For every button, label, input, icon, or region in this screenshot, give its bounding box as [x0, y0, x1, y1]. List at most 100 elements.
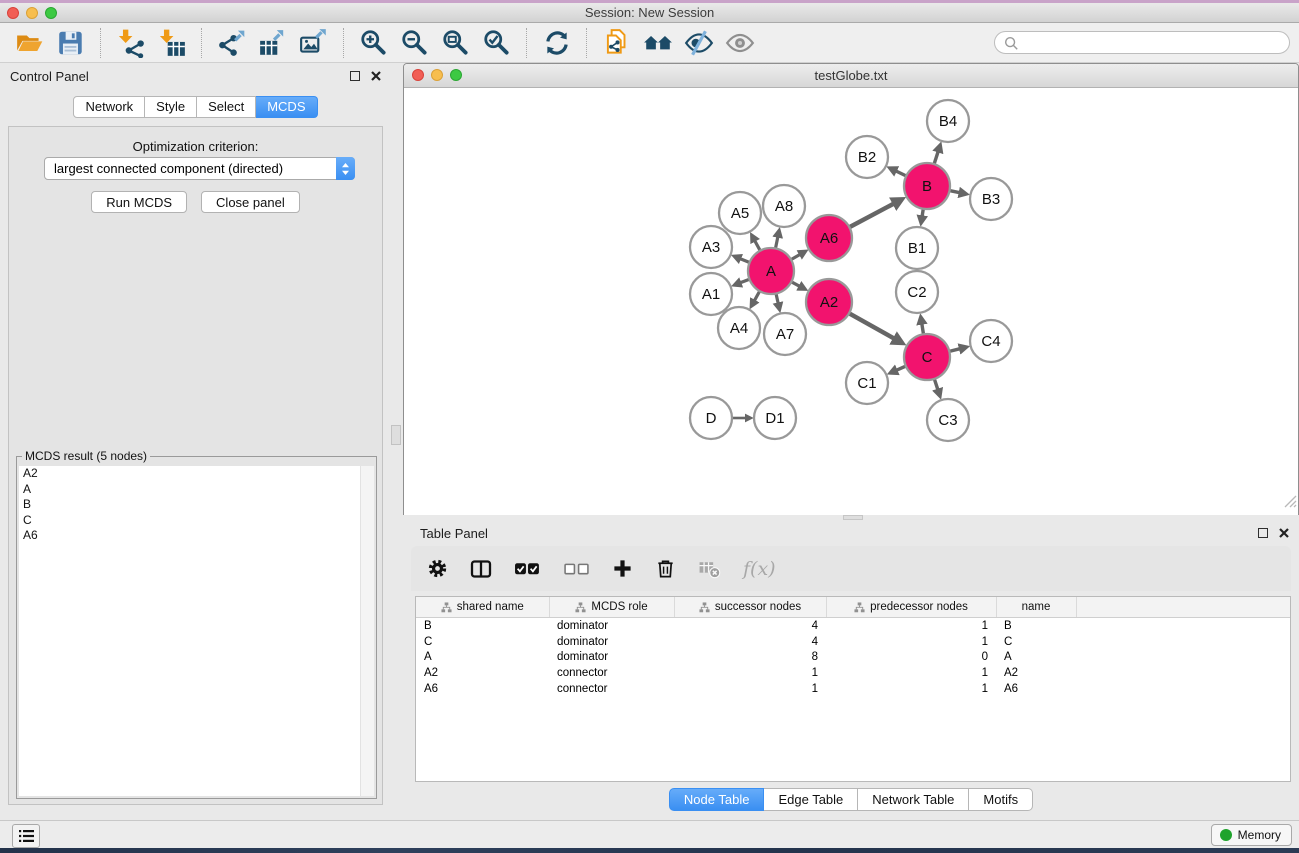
graph-node-A5[interactable]: A5	[719, 192, 761, 234]
column-header-name[interactable]: name	[996, 597, 1076, 618]
zoom-out-button[interactable]	[397, 26, 433, 60]
table-cell[interactable]: 1	[826, 634, 996, 650]
export-table-button[interactable]	[255, 26, 291, 60]
column-header-MCDS-role[interactable]: MCDS role	[549, 597, 674, 618]
graph-node-B4[interactable]: B4	[927, 100, 969, 142]
graph-node-A1[interactable]: A1	[690, 273, 732, 315]
graph-node-C4[interactable]: C4	[970, 320, 1012, 362]
table-cell[interactable]: 1	[674, 681, 826, 697]
table-cell[interactable]: 1	[826, 665, 996, 681]
zoom-fit-button[interactable]	[438, 26, 474, 60]
table-cell[interactable]: dominator	[549, 618, 674, 634]
table-cell[interactable]: A	[416, 650, 549, 666]
table-cell[interactable]: connector	[549, 665, 674, 681]
graph-edge-C-C3[interactable]	[934, 379, 938, 390]
table-cell[interactable]: 0	[826, 650, 996, 666]
table-cell[interactable]: A6	[996, 681, 1076, 697]
table-row[interactable]: Adominator80A	[416, 650, 1290, 666]
clone-network-button[interactable]	[599, 26, 635, 60]
tab-mcds[interactable]: MCDS	[256, 96, 317, 118]
table-cell[interactable]: A2	[996, 665, 1076, 681]
graph-edge-B-B4[interactable]	[934, 151, 938, 164]
network-canvas[interactable]: B4B2BB3A8A5A6A3B1AA1C2A2A4A7C4CC1C3DD1	[404, 88, 1298, 515]
table-cell[interactable]: A6	[416, 681, 549, 697]
table-cell[interactable]: 4	[674, 634, 826, 650]
table-row[interactable]: A6connector11A6	[416, 681, 1290, 697]
graph-node-C1[interactable]: C1	[846, 362, 888, 404]
graph-edge-A-A5[interactable]	[755, 241, 761, 251]
graph-node-B3[interactable]: B3	[970, 178, 1012, 220]
result-scrollbar[interactable]	[360, 466, 374, 796]
graph-node-C2[interactable]: C2	[896, 271, 938, 313]
table-cell[interactable]: 1	[826, 681, 996, 697]
refresh-button[interactable]	[539, 26, 575, 60]
graph-node-A3[interactable]: A3	[690, 226, 732, 268]
table-row[interactable]: Bdominator41B	[416, 618, 1290, 634]
zoom-in-button[interactable]	[356, 26, 392, 60]
graph-node-A[interactable]: A	[748, 248, 794, 294]
zoom-selected-button[interactable]	[479, 26, 515, 60]
columns-button[interactable]	[470, 558, 492, 580]
graph-node-A4[interactable]: A4	[718, 307, 760, 349]
tab-motifs[interactable]: Motifs	[969, 788, 1033, 811]
tab-style[interactable]: Style	[145, 96, 197, 118]
mcds-result-item[interactable]: A6	[19, 528, 374, 544]
save-session-button[interactable]	[53, 26, 89, 60]
mcds-result-item[interactable]: A2	[19, 466, 374, 482]
graph-node-D[interactable]: D	[690, 397, 732, 439]
table-row[interactable]: A2connector11A2	[416, 665, 1290, 681]
network-close-button[interactable]	[412, 69, 424, 81]
maximize-window-button[interactable]	[45, 7, 57, 19]
float-panel-icon[interactable]	[350, 71, 360, 81]
table-cell[interactable]: C	[996, 634, 1076, 650]
export-network-button[interactable]	[214, 26, 250, 60]
run-mcds-button[interactable]: Run MCDS	[91, 191, 187, 213]
open-session-button[interactable]	[12, 26, 48, 60]
table-cell[interactable]: 1	[826, 618, 996, 634]
graph-edge-A-A1[interactable]	[740, 279, 749, 283]
mcds-result-list[interactable]: A2ABCA6	[19, 466, 374, 796]
tab-edge-table[interactable]: Edge Table	[764, 788, 858, 811]
graph-edge-A6-B[interactable]	[849, 204, 894, 228]
select-all-button[interactable]	[514, 555, 541, 582]
show-all-button[interactable]	[722, 26, 758, 60]
minimize-window-button[interactable]	[26, 7, 38, 19]
home-button[interactable]	[640, 26, 676, 60]
graph-edge-A2-C[interactable]	[849, 313, 894, 338]
network-maximize-button[interactable]	[450, 69, 462, 81]
graph-node-A7[interactable]: A7	[764, 313, 806, 355]
add-button[interactable]	[612, 558, 633, 579]
network-minimize-button[interactable]	[431, 69, 443, 81]
close-panel-button[interactable]: Close panel	[201, 191, 300, 213]
graph-edge-C-C2[interactable]	[922, 324, 924, 335]
tab-network[interactable]: Network	[73, 96, 145, 118]
mcds-result-item[interactable]: B	[19, 497, 374, 513]
table-cell[interactable]: dominator	[549, 634, 674, 650]
column-header-successor-nodes[interactable]: successor nodes	[674, 597, 826, 618]
graph-node-A2[interactable]: A2	[806, 279, 852, 325]
graph-edge-A-A4[interactable]	[754, 291, 759, 301]
close-table-panel-icon[interactable]	[1279, 528, 1289, 538]
graph-node-A8[interactable]: A8	[763, 185, 805, 227]
table-cell[interactable]: dominator	[549, 650, 674, 666]
column-header-predecessor-nodes[interactable]: predecessor nodes	[826, 597, 996, 618]
mcds-result-item[interactable]: C	[19, 513, 374, 529]
float-table-panel-icon[interactable]	[1258, 528, 1268, 538]
graph-edge-A-A6[interactable]	[791, 254, 800, 259]
table-cell[interactable]: C	[416, 634, 549, 650]
search-input[interactable]	[994, 31, 1290, 54]
graph-edge-B-B3[interactable]	[950, 191, 960, 193]
graph-edge-A-A2[interactable]	[791, 282, 799, 287]
table-cell[interactable]: B	[416, 618, 549, 634]
graph-node-B[interactable]: B	[904, 163, 950, 209]
vertical-splitter-handle[interactable]	[391, 425, 401, 445]
table-cell[interactable]: A2	[416, 665, 549, 681]
graph-node-A6[interactable]: A6	[806, 215, 852, 261]
task-history-button[interactable]	[12, 824, 40, 848]
graph-node-D1[interactable]: D1	[754, 397, 796, 439]
import-network-button[interactable]	[113, 26, 149, 60]
graph-edge-A-A3[interactable]	[740, 259, 750, 263]
graph-edge-A-A8[interactable]	[776, 237, 778, 249]
graph-node-B1[interactable]: B1	[896, 227, 938, 269]
import-table-button[interactable]	[154, 26, 190, 60]
